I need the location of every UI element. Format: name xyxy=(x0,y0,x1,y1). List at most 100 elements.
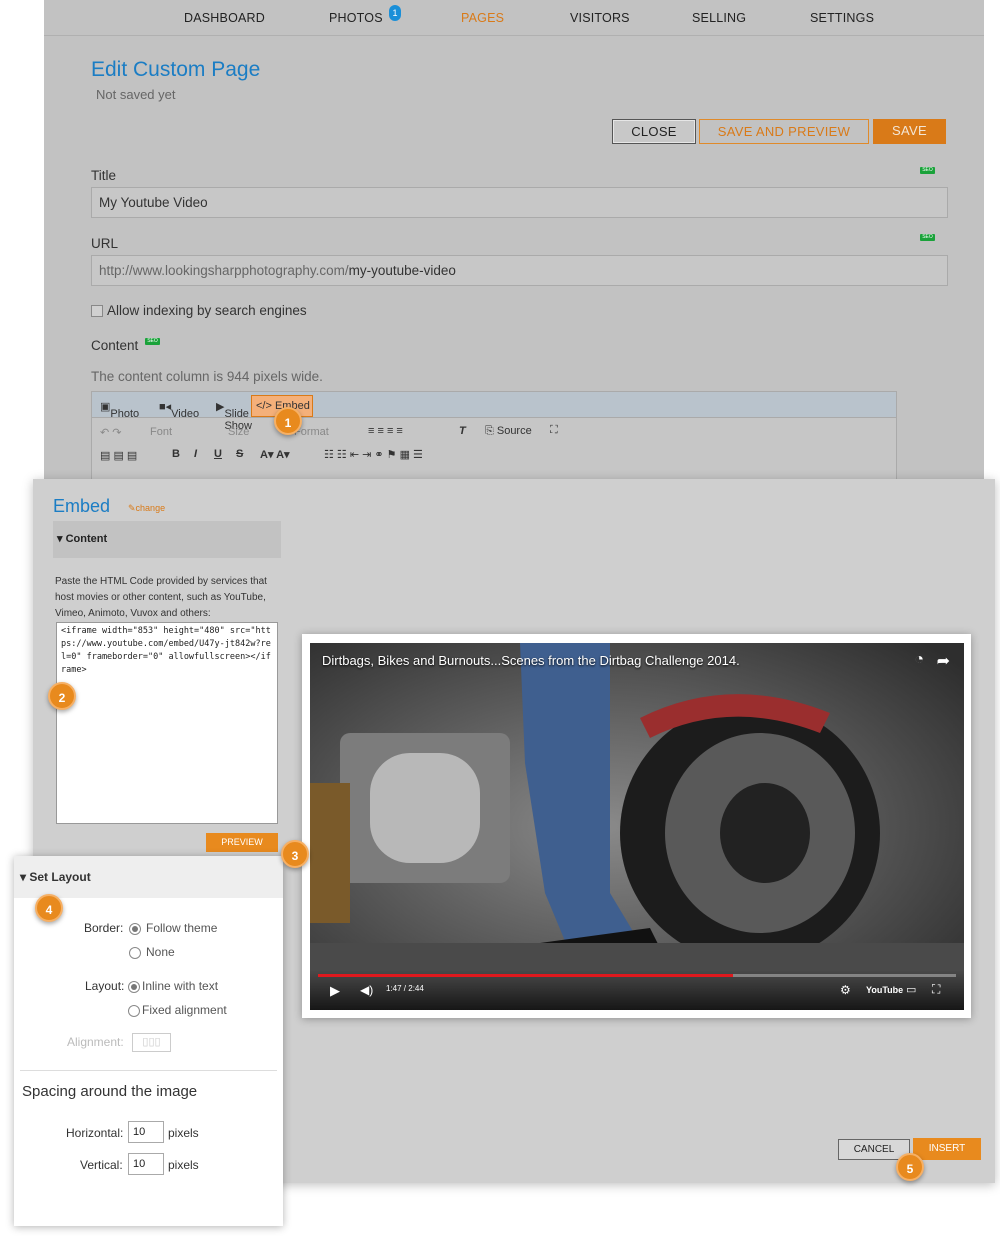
video-title: Dirtbags, Bikes and Burnouts...Scenes fr… xyxy=(322,653,740,668)
italic-icon[interactable]: I xyxy=(194,448,197,460)
seo-badge: SEO xyxy=(145,338,160,345)
save-button[interactable]: SAVE xyxy=(873,119,946,144)
url-label: URL xyxy=(91,236,119,251)
nav-dashboard[interactable]: DASHBOARD xyxy=(184,11,265,25)
horizontal-label: Horizontal: xyxy=(66,1126,124,1140)
list-icons[interactable]: ☷ ☷ ⇤ ⇥ ⚭ ⚑ ▦ ☰ xyxy=(324,448,423,461)
slideshow-tab[interactable]: ▶ Slide Show xyxy=(216,400,252,432)
layout-inline-radio[interactable] xyxy=(128,981,140,993)
step-4-marker: 4 xyxy=(35,894,63,922)
nav-photos[interactable]: PHOTOS xyxy=(329,11,383,25)
photos-badge: 1 xyxy=(389,5,401,21)
nav-visitors[interactable]: VISITORS xyxy=(570,11,630,25)
seo-badge: SEO xyxy=(920,167,935,174)
rich-text-editor: ▣ Photo ■◂ Video ▶ Slide Show ↶ ↷ Font S… xyxy=(91,391,897,480)
photo-tab[interactable]: ▣ Photo xyxy=(100,400,139,420)
content-width-note: The content column is 944 pixels wide. xyxy=(91,369,323,384)
step-2-marker: 2 xyxy=(48,682,76,710)
embed-instructions: Paste the HTML Code provided by services… xyxy=(55,576,267,619)
video-controls: ▶ ◀) 1:47 / 2:44 ⚙ YouTube ▭ ⛶ xyxy=(310,970,964,1010)
photo-tab-label: Photo xyxy=(110,408,140,420)
page-title: Edit Custom Page xyxy=(91,58,261,81)
indexing-checkbox[interactable] xyxy=(91,305,103,317)
step-5-marker: 5 xyxy=(896,1153,924,1181)
text-color-icon[interactable]: A▾ A▾ xyxy=(260,448,290,461)
seo-badge: SEO xyxy=(920,234,935,241)
nav-settings[interactable]: SETTINGS xyxy=(810,11,874,25)
save-and-preview-button[interactable]: SAVE AND PREVIEW xyxy=(699,119,869,144)
vertical-spacing-input[interactable]: 10 xyxy=(128,1153,164,1175)
alignment-label: Alignment: xyxy=(67,1035,124,1049)
underline-icon[interactable]: U xyxy=(214,448,222,460)
horizontal-unit: pixels xyxy=(168,1126,199,1140)
video-tab-label: Video xyxy=(171,408,200,420)
paste-icons[interactable]: ▤ ▤ ▤ xyxy=(100,449,137,462)
title-label: Title xyxy=(91,168,117,183)
set-layout-header[interactable]: ▾ Set Layout xyxy=(14,856,283,898)
url-slug: my-youtube-video xyxy=(348,263,456,278)
video-player[interactable]: Dirtbags, Bikes and Burnouts...Scenes fr… xyxy=(310,643,964,1010)
progress-fill xyxy=(318,974,733,977)
share-icon[interactable]: ➦ xyxy=(937,651,950,671)
border-none-radio[interactable] xyxy=(129,947,141,959)
volume-icon[interactable]: ◀) xyxy=(360,983,373,997)
change-label: change xyxy=(135,503,166,513)
indexing-label: Allow indexing by search engines xyxy=(107,303,307,318)
cast-icon[interactable]: ▭ xyxy=(906,983,916,996)
source-button[interactable]: ⎘ Source xyxy=(485,425,532,438)
change-link[interactable]: ✎change xyxy=(128,503,165,514)
clear-format-icon[interactable]: T xyxy=(459,425,466,437)
video-frame-illustration xyxy=(310,643,964,1010)
divider xyxy=(20,1070,277,1071)
video-time: 1:47 / 2:44 xyxy=(386,984,424,993)
content-section-header[interactable]: ▾ Content xyxy=(53,521,281,558)
youtube-logo[interactable]: YouTube xyxy=(866,985,903,995)
content-section-label: Content xyxy=(65,533,108,545)
save-status: Not saved yet xyxy=(96,87,176,102)
alignment-options: ▯▯▯ xyxy=(132,1033,171,1052)
embed-dialog-title: Embed xyxy=(53,496,111,516)
insert-button[interactable]: INSERT xyxy=(913,1138,981,1160)
font-select[interactable]: Font xyxy=(150,426,172,438)
play-icon[interactable]: ▶ xyxy=(330,983,340,999)
embed-code-textarea[interactable]: <iframe width="853" height="480" src="ht… xyxy=(56,622,278,824)
vertical-label: Vertical: xyxy=(80,1158,123,1172)
preview-button[interactable]: PREVIEW xyxy=(206,833,278,852)
video-preview: Dirtbags, Bikes and Burnouts...Scenes fr… xyxy=(302,634,971,1018)
layout-inline-label: Inline with text xyxy=(142,979,219,993)
bold-icon[interactable]: B xyxy=(172,448,180,460)
settings-gear-icon[interactable]: ⚙ xyxy=(840,983,851,997)
content-label: Content xyxy=(91,338,139,353)
border-follow-theme-radio[interactable] xyxy=(129,923,141,935)
layout-label: Layout: xyxy=(85,979,125,993)
nav-pages[interactable]: PAGES xyxy=(461,11,504,25)
border-none-label: None xyxy=(146,945,175,959)
nav-selling[interactable]: SELLING xyxy=(692,11,746,25)
step-3-marker: 3 xyxy=(281,840,309,868)
spacing-heading: Spacing around the image xyxy=(22,1083,198,1100)
layout-fixed-radio[interactable] xyxy=(128,1005,140,1017)
source-label: Source xyxy=(496,425,532,437)
video-tab[interactable]: ■◂ Video xyxy=(159,400,199,420)
set-layout-heading: Set Layout xyxy=(29,870,91,884)
title-field[interactable]: My Youtube Video xyxy=(91,187,948,218)
fullscreen-icon[interactable]: ⛶ xyxy=(932,982,940,997)
layout-fixed-label: Fixed alignment xyxy=(142,1003,227,1017)
undo-redo-icons[interactable]: ↶ ↷ xyxy=(100,426,122,439)
step-1-marker: 1 xyxy=(274,407,302,435)
horizontal-spacing-input[interactable]: 10 xyxy=(128,1121,164,1143)
border-follow-theme-label: Follow theme xyxy=(146,921,218,935)
strike-icon[interactable]: S xyxy=(236,448,243,460)
url-prefix: http://www.lookingsharpphotography.com/ xyxy=(99,263,349,278)
border-label: Border: xyxy=(84,921,124,935)
editor-tabs: ▣ Photo ■◂ Video ▶ Slide Show xyxy=(92,392,896,432)
url-field[interactable]: http://www.lookingsharpphotography.com/m… xyxy=(91,255,948,286)
size-select[interactable]: Size xyxy=(228,426,249,438)
close-button[interactable]: CLOSE xyxy=(612,119,696,144)
vertical-unit: pixels xyxy=(168,1158,199,1172)
edit-page-background: DASHBOARD PHOTOS 1 PAGES VISITORS SELLIN… xyxy=(44,0,984,480)
top-nav: DASHBOARD PHOTOS 1 PAGES VISITORS SELLIN… xyxy=(44,0,984,36)
align-icons[interactable]: ≡ ≡ ≡ ≡ xyxy=(368,425,403,437)
watch-later-icon[interactable]: ◔ xyxy=(914,651,924,669)
maximize-icon[interactable]: ⛶ xyxy=(550,424,558,437)
